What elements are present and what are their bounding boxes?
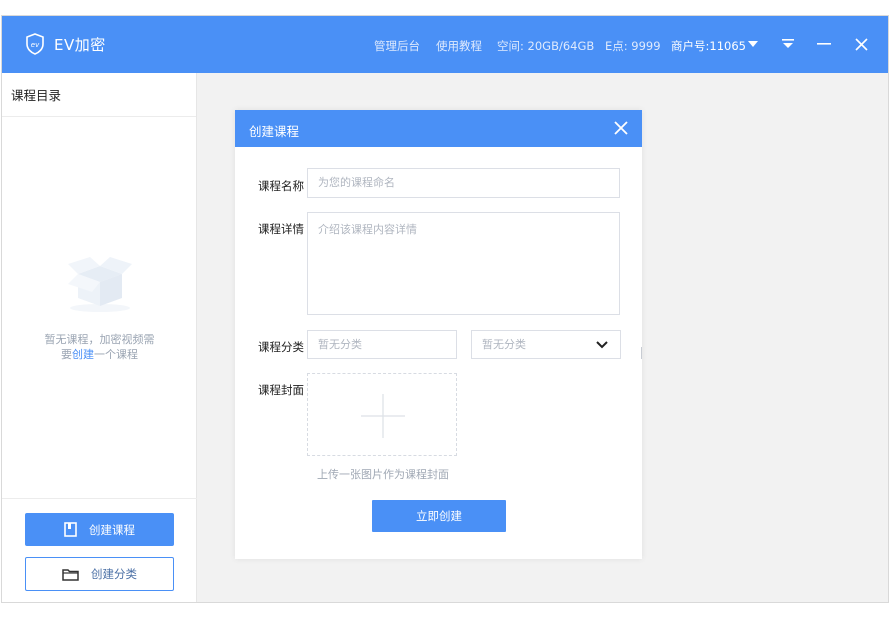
points-balance: E点: 9999 (605, 39, 661, 53)
menu-dropdown-icon[interactable] (774, 30, 802, 58)
app-title: EV加密 (54, 36, 106, 54)
dialog-header: 创建课程 (235, 110, 642, 147)
separator-mark (641, 347, 642, 359)
storage-space: 空间: 20GB/64GB (497, 39, 595, 53)
course-cover-label: 课程封面 (258, 383, 304, 397)
dialog-title: 创建课程 (249, 124, 300, 139)
merchant-id[interactable]: 商户号:11065 (671, 38, 746, 54)
empty-state-prefix: 要 (61, 348, 72, 361)
empty-state-suffix: 一个课程 (94, 348, 138, 361)
admin-link[interactable]: 管理后台 (374, 38, 420, 54)
app-window: ev EV加密 管理后台 使用教程 空间: 20GB/64GB E点: 9999… (1, 15, 889, 603)
close-icon[interactable] (612, 119, 630, 137)
category-select-secondary[interactable]: 暂无分类 (471, 330, 621, 359)
create-course-label: 创建课程 (89, 522, 135, 537)
close-window-icon[interactable] (847, 30, 875, 58)
create-course-dialog: 创建课程 课程名称 为您的课程命名 课程详情 介绍该课程内容详情 课程分类 暂无… (235, 110, 642, 559)
plus-icon (361, 394, 405, 438)
logo-text: ev (31, 41, 40, 49)
create-now-button[interactable]: 立即创建 (372, 500, 506, 532)
cover-upload-area[interactable] (307, 373, 457, 456)
category-select-secondary-value: 暂无分类 (482, 338, 526, 351)
create-category-button[interactable]: 创建分类 (25, 557, 174, 591)
empty-box-icon (68, 257, 132, 312)
empty-state-line1: 暂无课程，加密视频需 (44, 333, 155, 346)
cover-upload-hint: 上传一张图片作为课程封面 (317, 468, 449, 481)
sidebar-heading: 课程目录 (2, 73, 196, 117)
course-category-label: 课程分类 (258, 340, 304, 354)
caret-down-icon[interactable] (739, 30, 767, 58)
empty-state-message: 暂无课程，加密视频需 要创建一个课程 (2, 332, 197, 362)
book-icon (64, 522, 77, 537)
sidebar-actions: 创建课程 创建分类 (2, 498, 197, 602)
create-link[interactable]: 创建 (72, 348, 94, 361)
title-bar: ev EV加密 管理后台 使用教程 空间: 20GB/64GB E点: 9999… (2, 16, 888, 73)
minimize-icon[interactable] (810, 30, 838, 58)
tutorial-link[interactable]: 使用教程 (436, 38, 482, 54)
course-name-label: 课程名称 (258, 179, 304, 193)
course-detail-label: 课程详情 (258, 222, 304, 236)
sidebar: 课程目录 暂无课程，加密视频需 要创建一个课程 创建课程 创建分类 (2, 73, 197, 602)
course-name-input[interactable]: 为您的课程命名 (307, 168, 620, 198)
create-category-label: 创建分类 (91, 567, 137, 581)
chevron-down-icon (596, 341, 608, 349)
create-course-button[interactable]: 创建课程 (25, 513, 174, 546)
category-select-primary[interactable]: 暂无分类 (307, 330, 457, 359)
course-detail-textarea[interactable]: 介绍该课程内容详情 (307, 212, 620, 315)
shield-logo-icon: ev (26, 33, 44, 55)
folder-icon (62, 568, 79, 581)
